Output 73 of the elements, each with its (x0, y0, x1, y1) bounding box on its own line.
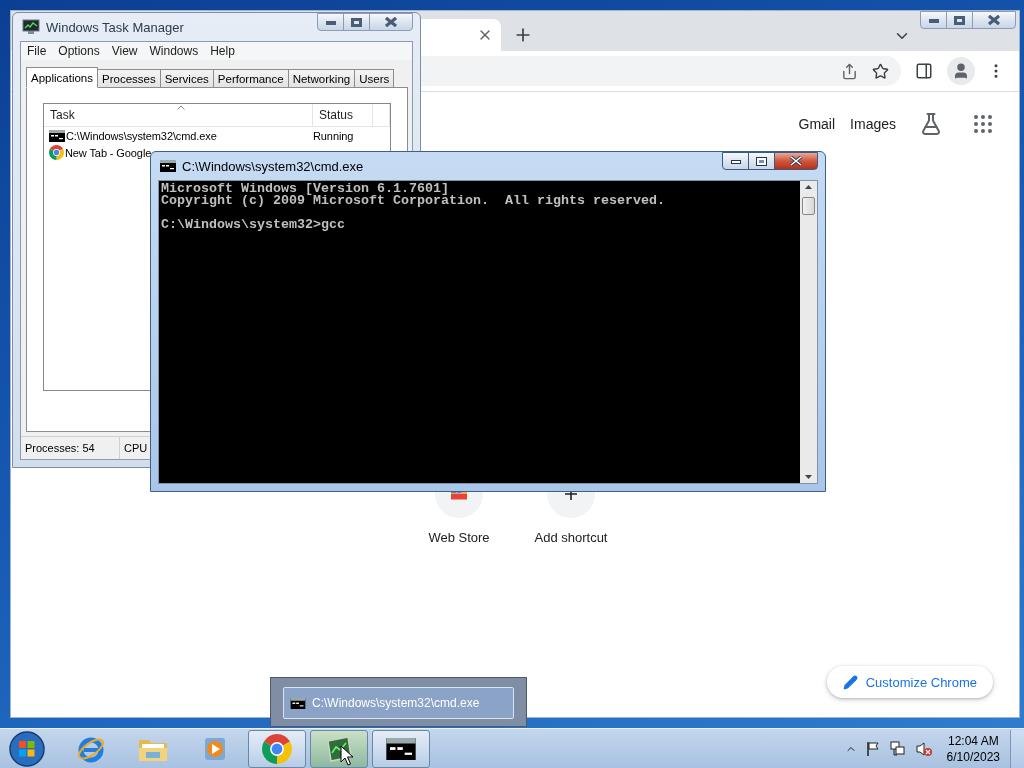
tab[interactable]: Performance (212, 69, 289, 88)
status-text: Processes: 54 (21, 437, 120, 459)
shortcut-label[interactable]: Add shortcut (534, 530, 608, 545)
shortcut-label[interactable]: Web Store (428, 530, 490, 545)
top-link[interactable]: Gmail (798, 116, 836, 132)
tab[interactable]: Networking (287, 69, 356, 88)
clock-date: 6/10/2023 (946, 749, 1000, 765)
speaker-muted-icon[interactable] (914, 741, 933, 757)
top-link[interactable]: Images (850, 116, 896, 132)
network-icon[interactable] (888, 741, 907, 757)
minimize-icon (730, 158, 741, 164)
taskbar-button[interactable] (372, 730, 430, 768)
clock[interactable]: 12:04 AM 6/10/2023 (946, 733, 1000, 765)
column-header[interactable]: Task (44, 104, 313, 126)
minimize-icon (325, 19, 336, 25)
console-prompt: C:\Windows\system32>gcc (161, 219, 346, 231)
share-icon[interactable] (841, 62, 858, 80)
tab[interactable]: Processes (97, 69, 161, 88)
taskbar-button[interactable] (310, 730, 368, 768)
maximize-button[interactable] (343, 13, 370, 31)
console-icon (160, 160, 176, 172)
task-cell[interactable]: New Tab - Google (44, 145, 152, 160)
user-icon (952, 62, 970, 80)
window-title: Windows Task Manager (46, 19, 185, 35)
mouse-cursor-icon (340, 745, 354, 767)
minimize-button[interactable] (920, 11, 947, 29)
monitor-icon (22, 19, 40, 35)
status-cell-text: Running (312, 129, 355, 142)
maximize-button[interactable] (748, 152, 775, 170)
close-button[interactable] (972, 11, 1016, 29)
clock-time: 12:04 AM (947, 733, 999, 749)
tab[interactable]: Users (354, 69, 395, 88)
console-icon (49, 129, 65, 142)
task-name: New Tab - Google (65, 146, 152, 159)
tab[interactable]: Services (159, 69, 214, 88)
tab[interactable]: Applications (26, 67, 98, 88)
window-title: C:\Windows\system32\cmd.exe (182, 158, 365, 174)
flag-icon[interactable] (864, 741, 881, 757)
menu-item[interactable]: Help (205, 44, 242, 58)
console-line: Copyright (c) 2009 Microsoft Corporation. All rights reserved. (161, 195, 666, 207)
chrome-logo-icon (49, 145, 64, 160)
chrome-logo-icon (262, 734, 292, 764)
maximize-icon (756, 156, 767, 166)
console-icon (386, 738, 416, 760)
menu-item[interactable]: Options (53, 44, 107, 58)
scrollbar[interactable] (800, 181, 817, 483)
minimize-button[interactable] (722, 152, 749, 170)
side-panel-icon[interactable] (915, 62, 933, 80)
windows-logo-icon (8, 730, 46, 768)
close-button[interactable] (774, 152, 818, 170)
profile-button[interactable] (947, 57, 975, 85)
close-icon (385, 17, 397, 27)
maximize-button[interactable] (946, 11, 973, 29)
menu-item[interactable]: View (106, 44, 145, 58)
menu-item[interactable]: Windows (144, 44, 206, 58)
scroll-thumb[interactable] (802, 197, 815, 215)
pencil-icon (842, 674, 858, 690)
play-icon (202, 735, 228, 763)
column-header[interactable]: Status (313, 104, 373, 126)
console-icon (290, 697, 306, 709)
menu-item[interactable]: File (22, 44, 54, 58)
star-icon[interactable] (872, 62, 889, 80)
customize-button[interactable]: Customize Chrome (826, 666, 993, 698)
flask-icon[interactable] (919, 112, 943, 136)
minimize-button[interactable] (317, 13, 344, 31)
maximize-icon (351, 17, 362, 27)
apps-grid-icon[interactable] (971, 112, 995, 136)
close-button[interactable] (369, 13, 413, 31)
console-line: Microsoft Windows [Version 6.1.7601] (161, 183, 449, 195)
maximize-icon (954, 15, 965, 25)
close-icon (988, 15, 1000, 25)
minimize-icon (928, 17, 939, 23)
close-icon (790, 156, 802, 166)
